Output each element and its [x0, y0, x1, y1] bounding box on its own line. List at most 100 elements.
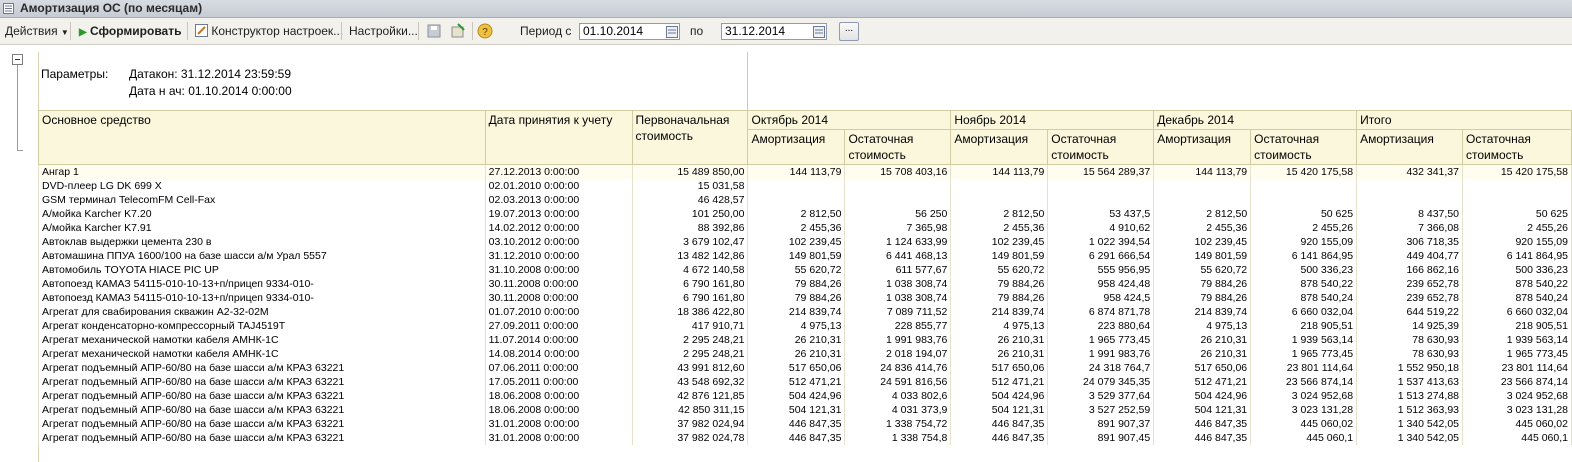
- col-group-october: Октябрь 2014: [747, 110, 952, 130]
- table-row[interactable]: Агрегат механической намотки кабеля АМНК…: [38, 347, 1572, 361]
- residual-cell: 6 874 871,78: [1047, 305, 1155, 319]
- save-settings-icon[interactable]: [426, 23, 442, 39]
- initial-cost-cell: 2 295 248,21: [631, 347, 749, 361]
- residual-cell: 1 338 754,72: [844, 417, 952, 431]
- col-header-amortization: Амортизация: [747, 129, 846, 165]
- table-row[interactable]: Агрегат подъемный АПР-60/80 на базе шасс…: [38, 431, 1572, 445]
- generate-button[interactable]: ▶ Сформировать: [79, 18, 181, 44]
- col-header-residual: Остаточная стоимость: [1250, 129, 1358, 165]
- amortization-cell: 446 847,35: [747, 417, 846, 431]
- amortization-cell: 1 552 950,18: [1356, 361, 1463, 375]
- settings-constructor-button[interactable]: Конструктор настроек...: [195, 18, 343, 44]
- residual-cell: 56 250: [844, 207, 952, 221]
- col-group-november: Ноябрь 2014: [950, 110, 1155, 130]
- residual-cell: 1 965 773,45: [1462, 347, 1572, 361]
- table-row[interactable]: Агрегат для свабирования скважин А2-32-0…: [38, 305, 1572, 319]
- residual-cell: [844, 179, 952, 193]
- amortization-cell: 1 513 274,88: [1356, 389, 1463, 403]
- amortization-cell: 644 519,22: [1356, 305, 1463, 319]
- date-cell: 01.07.2010 0:00:00: [484, 305, 633, 319]
- amortization-cell: 1 537 413,63: [1356, 375, 1463, 389]
- residual-cell: 15 420 175,58: [1462, 164, 1572, 179]
- date-cell: 03.10.2012 0:00:00: [484, 235, 633, 249]
- residual-cell: 15 708 403,16: [844, 164, 952, 179]
- calendar-icon[interactable]: [813, 25, 825, 38]
- amortization-cell: 512 471,21: [1153, 375, 1252, 389]
- period-to-label: по: [690, 24, 704, 38]
- residual-cell: 878 540,22: [1462, 277, 1572, 291]
- amortization-cell: 55 620,72: [1153, 263, 1252, 277]
- table-row[interactable]: А/мойка Karcher K7.91 14.02.2012 0:00:00 8…: [38, 221, 1572, 235]
- table-row[interactable]: Агрегат подъемный АПР-60/80 на базе шасс…: [38, 375, 1572, 389]
- amortization-cell: 79 884,26: [1153, 277, 1252, 291]
- table-row[interactable]: Автопоезд КАМАЗ 54115-010-10-13+п/прицеп…: [38, 291, 1572, 305]
- amortization-cell: 446 847,35: [747, 431, 846, 445]
- table-row[interactable]: DVD-плеер LG DK 699 X 02.01.2010 0:00:00 1…: [38, 179, 1572, 193]
- table-row[interactable]: Автомобиль TOYOTA HIACE PIC UP 31.10.2008…: [38, 263, 1572, 277]
- amortization-cell: 26 210,31: [950, 347, 1049, 361]
- table-row[interactable]: Агрегат подъемный АПР-60/80 на базе шасс…: [38, 389, 1572, 403]
- calendar-icon[interactable]: [666, 25, 678, 38]
- actions-menu[interactable]: Действия ▼: [5, 18, 69, 44]
- residual-cell: 4 033 802,6: [844, 389, 952, 403]
- period-select-button[interactable]: ...: [839, 22, 859, 41]
- residual-cell: 6 660 032,04: [1462, 305, 1572, 319]
- table-row[interactable]: Автопоезд КАМАЗ 54115-010-10-13+п/прицеп…: [38, 277, 1572, 291]
- residual-cell: 50 625: [1462, 207, 1572, 221]
- amortization-cell: 102 239,45: [747, 235, 846, 249]
- table-row[interactable]: Агрегат подъемный АПР-60/80 на базе шасс…: [38, 417, 1572, 431]
- residual-cell: 3 529 377,64: [1047, 389, 1155, 403]
- residual-cell: 218 905,51: [1250, 319, 1358, 333]
- residual-cell: 878 540,24: [1462, 291, 1572, 305]
- residual-cell: 2 018 194,07: [844, 347, 952, 361]
- table-row[interactable]: Агрегат механической намотки кабеля АМНК…: [38, 333, 1572, 347]
- period-from-field[interactable]: 01.10.2014: [579, 23, 680, 40]
- report-table-area: Основное средство Дата принятия к учету …: [38, 110, 1572, 445]
- amortization-cell: 504 121,31: [950, 403, 1049, 417]
- amortization-cell: 2 812,50: [1153, 207, 1252, 221]
- initial-cost-cell: 15 031,58: [631, 179, 749, 193]
- period-from-label: Период с: [520, 24, 572, 38]
- amortization-cell: 2 455,36: [747, 221, 846, 235]
- table-row[interactable]: Агрегат конденсаторно-компрессорный TAJ4…: [38, 319, 1572, 333]
- settings-button[interactable]: Настройки...: [349, 18, 418, 44]
- col-header-residual: Остаточная стоимость: [844, 129, 952, 165]
- amortization-cell: 446 847,35: [1153, 431, 1252, 445]
- table-row[interactable]: Автомашина ППУА 1600/100 на базе шасси а…: [38, 249, 1572, 263]
- initial-cost-cell: 3 679 102,47: [631, 235, 749, 249]
- amortization-cell: 78 630,93: [1356, 333, 1463, 347]
- residual-cell: 920 155,09: [1250, 235, 1358, 249]
- residual-cell: 611 577,67: [844, 263, 952, 277]
- param-start-date: Дата н ач: 01.10.2014 0:00:00: [129, 84, 292, 98]
- help-icon[interactable]: ?: [477, 23, 493, 39]
- initial-cost-cell: 6 790 161,80: [631, 291, 749, 305]
- residual-cell: 24 079 345,35: [1047, 375, 1155, 389]
- actions-label: Действия: [5, 24, 58, 38]
- residual-cell: 1 939 563,14: [1250, 333, 1358, 347]
- amortization-cell: 4 975,13: [747, 319, 846, 333]
- residual-cell: [1462, 179, 1572, 193]
- table-row[interactable]: Агрегат подъемный АПР-60/80 на базе шасс…: [38, 403, 1572, 417]
- asset-name-cell: Агрегат для свабирования скважин А2-32-0…: [38, 305, 486, 319]
- residual-cell: 4 031 373,9: [844, 403, 952, 417]
- table-row[interactable]: GSM терминал TelecomFM Cell-Fax 02.03.201…: [38, 193, 1572, 207]
- asset-name-cell: Агрегат подъемный АПР-60/80 на базе шасс…: [38, 361, 486, 375]
- residual-cell: 1 124 633,99: [844, 235, 952, 249]
- amortization-cell: 26 210,31: [950, 333, 1049, 347]
- restore-settings-icon[interactable]: [450, 23, 466, 39]
- date-cell: 31.01.2008 0:00:00: [484, 417, 633, 431]
- table-row[interactable]: Агрегат подъемный АПР-60/80 на базе шасс…: [38, 361, 1572, 375]
- collapse-icon[interactable]: [12, 54, 23, 65]
- date-cell: 19.07.2013 0:00:00: [484, 207, 633, 221]
- table-row[interactable]: А/мойка Karcher K7.20 19.07.2013 0:00:00 1…: [38, 207, 1572, 221]
- table-row[interactable]: Автоклав выдержки цемента 230 в 03.10.201…: [38, 235, 1572, 249]
- col-header-amortization: Амортизация: [1356, 129, 1463, 165]
- residual-cell: 6 141 864,95: [1462, 249, 1572, 263]
- period-to-field[interactable]: 31.12.2014: [721, 23, 827, 40]
- residual-cell: 891 907,37: [1047, 417, 1155, 431]
- amortization-cell: 79 884,26: [950, 291, 1049, 305]
- svg-text:?: ?: [482, 27, 488, 38]
- residual-cell: 223 880,64: [1047, 319, 1155, 333]
- table-row[interactable]: Ангар 1 27.12.2013 0:00:00 15 489 850,00 14…: [38, 164, 1572, 179]
- amortization-cell: 144 113,79: [950, 164, 1049, 179]
